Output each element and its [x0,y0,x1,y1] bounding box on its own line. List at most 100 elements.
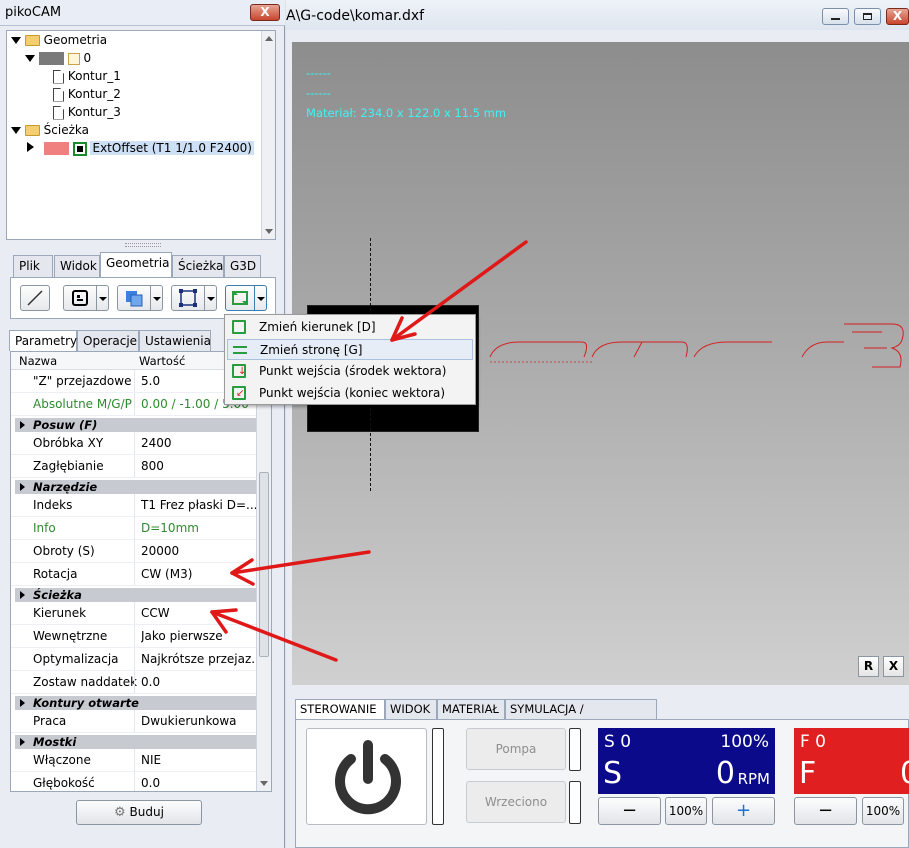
power-button[interactable] [306,728,427,825]
pump-button[interactable]: Pompa [466,728,566,770]
spindle-label: S 0 [604,732,632,752]
close-button[interactable]: X [250,4,280,21]
properties-grid: Nazwa Wartość "Z" przejazdowe 5.0 Absolut… [10,351,272,792]
prop-row-enabled[interactable]: Włączone NIE [11,749,257,772]
prop-row-rpm[interactable]: Obroty (S) 20000 [11,540,257,563]
prop-row-z-travel[interactable]: "Z" przejazdowe 5.0 [11,370,257,393]
prop-row-direction[interactable]: Kierunek CCW [11,602,257,625]
column-value: Wartość [139,354,186,368]
prop-row-xy[interactable]: Obróbka XY 2400 [11,432,257,455]
material-info: Materiał: 234.0 x 122.0 x 11.5 mm [306,106,507,120]
prop-row-plunge[interactable]: Zagłębianie 800 [11,455,257,478]
tree-node-path[interactable]: Ścieżka [11,121,89,139]
prop-category-tool[interactable]: Narzędzie [15,480,257,494]
offset-icon [72,141,87,156]
boolean-tool-dropdown[interactable] [151,285,163,311]
prop-category-bridges[interactable]: Mostki [15,735,257,749]
geometry-toolbar [10,277,276,319]
feed-minus-button[interactable]: − [794,797,857,825]
spindle-100-button[interactable]: 100% [665,797,707,825]
line-tool-button[interactable] [20,285,50,311]
tree-node-extoffset[interactable]: ExtOffset (T1 1/1.0 F2400) [27,139,254,157]
pump-status-bar [569,728,581,771]
expand-icon[interactable] [11,127,21,134]
power-status-bar [432,728,444,825]
right-panel: A\G-code\komar.dxf X ------ ------ Mater… [286,0,909,848]
nodes-tool-button[interactable] [171,285,205,311]
menu-item-entry-mid[interactable]: ↓ Punkt wejścia (środek wektora) [227,361,473,382]
prop-category-open-contours[interactable]: Kontury otwarte [15,696,257,710]
boolean-tool-button[interactable] [117,285,151,311]
splitter-handle[interactable] [125,243,161,247]
tab-operacje[interactable]: Operacje [77,330,139,351]
tab-sciezka[interactable]: Ścieżka [172,255,224,277]
contour-tool-button[interactable] [63,285,97,311]
tab-ustawienia[interactable]: Ustawienia [139,330,211,351]
menu-item-label: Zmień stronę [G] [260,343,363,357]
reset-view-button[interactable]: R [858,656,879,677]
tree-label: Ścieżka [43,123,89,137]
scroll-thumb[interactable] [259,472,269,657]
prop-row-allowance[interactable]: Zostaw naddatek 0.0 [11,671,257,694]
prop-row-index[interactable]: Indeks T1 Frez płaski D=... [11,494,257,517]
prop-row-absolute[interactable]: Absolutne M/G/P 0.00 / -1.00 / 5.00 [11,393,257,416]
build-label: Buduj [129,805,164,819]
prop-row-rotation[interactable]: Rotacja CW (M3) [11,563,257,586]
tab-parametry[interactable]: Parametry [9,330,77,351]
tab-geometria[interactable]: Geometria [100,252,172,277]
tab-material[interactable]: MATERIAŁ [437,699,505,719]
prop-row-inner[interactable]: Wewnętrzne Jako pierwsze [11,625,257,648]
collapse-icon[interactable] [27,142,34,152]
entry-mid-icon: ↓ [232,364,246,378]
maximize-button[interactable] [854,8,881,25]
tab-plik[interactable]: Plik [13,255,53,277]
expand-icon[interactable] [11,37,21,44]
tree-label: Kontur_1 [67,69,121,83]
tree-node-contour-2[interactable]: Kontur_2 [53,85,121,103]
close-view-button[interactable]: X [883,656,904,677]
gear-icon: ⚙ [114,805,126,820]
spindle-plus-button[interactable]: + [712,797,775,825]
menu-item-change-side[interactable]: Zmień stronę [G] [227,339,473,360]
prop-row-info[interactable]: Info D=10mm [11,517,257,540]
tree-node-geometry[interactable]: Geometria [11,31,107,49]
spindle-unit: RPM [737,770,770,788]
left-titlebar: pikoCAM X [0,0,285,26]
folder-icon [24,35,40,46]
prop-row-optimization[interactable]: Optymalizacja Najkrótsze przejaz... [11,648,257,671]
boolean-icon [126,291,143,307]
spindle-button[interactable]: Wrzeciono [466,781,566,823]
tab-widok[interactable]: Widok [54,255,100,277]
contour-icon [53,87,64,102]
tree-node-contour-3[interactable]: Kontur_3 [53,103,121,121]
pencil-icon [67,52,80,65]
tree-scrollbar[interactable] [261,31,275,239]
expand-icon[interactable] [25,55,35,62]
tab-sterowanie[interactable]: STEROWANIE [295,699,385,719]
spindle-percent: 100% [720,732,769,752]
nodes-tool-dropdown[interactable] [205,285,217,311]
power-icon [335,740,401,815]
contour-tool-dropdown[interactable] [97,285,109,311]
build-button[interactable]: ⚙ Buduj [76,800,202,825]
prop-row-depth[interactable]: Głębokość 0.0 [11,772,257,791]
direction-tool-dropdown[interactable] [255,285,267,311]
tree-node-layer[interactable]: 0 [25,49,91,67]
tab-g3d[interactable]: G3D [224,255,261,277]
spindle-minus-button[interactable]: − [598,797,661,825]
window-close-button[interactable]: X [886,8,909,25]
props-scrollbar[interactable] [256,352,271,791]
contour-icon [53,105,64,120]
direction-tool-button[interactable] [225,285,255,311]
tree-node-contour-1[interactable]: Kontur_1 [53,67,121,85]
tab-symulacja[interactable]: SYMULACJA / NARZĘDZIA [505,699,657,734]
menu-item-change-direction[interactable]: Zmień kierunek [D] [227,317,473,338]
prop-category-feed[interactable]: Posuw (F) [15,418,257,432]
menu-item-entry-end[interactable]: ↙ Punkt wejścia (koniec wektora) [227,383,473,404]
control-panel: Pompa Wrzeciono S 0 100% S 0 RPM − 100% … [295,719,909,848]
feed-100-button[interactable]: 100% [862,797,904,825]
prop-row-work[interactable]: Praca Dwukierunkowa [11,710,257,733]
minimize-button[interactable] [822,8,849,25]
tab-widok-machine[interactable]: WIDOK [385,699,437,719]
prop-category-path[interactable]: Ścieżka [15,588,257,602]
